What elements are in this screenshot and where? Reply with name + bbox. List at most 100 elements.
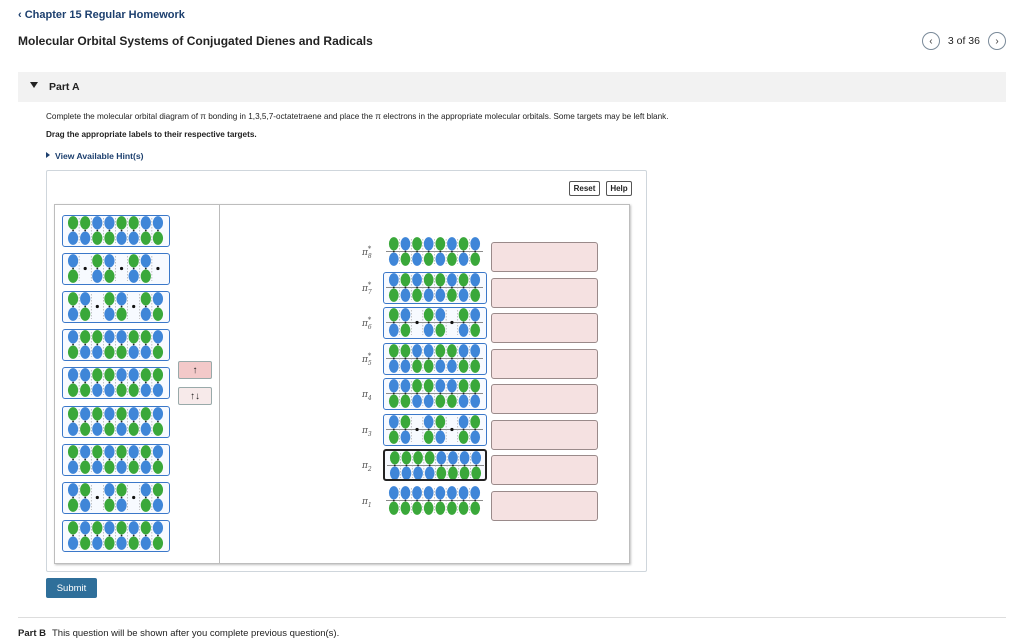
electron-target-pi6[interactable]	[491, 313, 598, 343]
part-b-label: Part B	[18, 628, 46, 639]
p-orbital-lobe	[104, 444, 115, 459]
orbital-graphic	[67, 406, 164, 436]
hint-link[interactable]: View Available Hint(s)	[46, 151, 144, 161]
p-orbital-lobe	[388, 288, 399, 302]
orbital-slot-pi1[interactable]	[383, 485, 487, 517]
p-orbital-lobe	[459, 466, 470, 479]
p-orbital-lobe	[388, 359, 399, 373]
p-orbital-lobe	[470, 414, 481, 428]
caret-down-icon	[30, 82, 38, 88]
p-orbital-lobe	[80, 498, 91, 512]
electron-target-pi2[interactable]	[491, 455, 598, 485]
orbital-slot-pi3[interactable]	[383, 413, 487, 446]
node-dot	[95, 495, 99, 499]
p-orbital-lobe	[67, 520, 79, 535]
p-orbital-lobe	[412, 288, 422, 302]
p-orbital-lobe	[92, 444, 103, 459]
p-orbital-lobe	[470, 323, 481, 337]
p-orbital-lobe	[400, 288, 411, 302]
electron-target-pi7[interactable]	[491, 277, 598, 308]
p-orbital-lobe	[388, 414, 399, 428]
p-orbital-lobe	[401, 451, 412, 465]
p-orbital-lobe	[470, 343, 481, 357]
chevron-left-icon[interactable]: ‹	[921, 32, 940, 50]
orbital-slot-pi8[interactable]	[383, 236, 487, 268]
p-orbital-lobe	[412, 501, 422, 515]
p-orbital-lobe	[389, 466, 400, 479]
p-orbital-lobe	[104, 345, 115, 360]
submit-button[interactable]: Submit	[46, 578, 97, 598]
p-orbital-lobe	[152, 444, 164, 459]
p-orbital-lobe	[67, 406, 79, 420]
chevron-right-icon[interactable]: ›	[988, 32, 1006, 50]
p-orbital-lobe	[80, 520, 91, 535]
orbital-tile-8[interactable]	[62, 481, 170, 514]
p-orbital-lobe	[104, 498, 115, 512]
mo-label-pi5: π5*	[362, 351, 372, 367]
p-orbital-lobe	[128, 368, 139, 382]
p-orbital-lobe	[470, 288, 481, 302]
electron-target-pi1[interactable]	[491, 490, 598, 521]
orbital-graphic	[67, 216, 164, 245]
p-orbital-lobe	[470, 430, 481, 444]
p-orbital-lobe	[152, 460, 164, 474]
p-orbital-lobe	[447, 485, 457, 499]
p-orbital-lobe	[423, 359, 434, 373]
orbital-slot-pi2[interactable]	[383, 449, 487, 481]
p-orbital-lobe	[140, 383, 151, 398]
orbital-slot-pi6[interactable]	[383, 307, 487, 339]
p-orbital-lobe	[435, 252, 446, 266]
orbital-slot-pi4[interactable]	[383, 378, 487, 410]
caret-right-icon	[46, 152, 50, 158]
p-orbital-lobe	[92, 368, 103, 382]
orbital-tile-5[interactable]	[62, 367, 170, 400]
p-orbital-lobe	[140, 406, 151, 420]
p-orbital-lobe	[140, 520, 151, 535]
p-orbital-lobe	[92, 231, 103, 245]
p-orbital-lobe	[400, 485, 411, 499]
p-orbital-lobe	[436, 451, 447, 465]
p-orbital-lobe	[67, 498, 79, 512]
electron-target-pi4[interactable]	[491, 384, 598, 414]
p-orbital-lobe	[128, 330, 139, 344]
orbital-tile-4[interactable]	[62, 329, 170, 362]
reset-button[interactable]: Reset	[569, 181, 600, 196]
p-orbital-lobe	[400, 501, 411, 515]
electron-pair-arrows[interactable]: ↑↓	[178, 387, 212, 405]
p-orbital-lobe	[67, 368, 79, 382]
orbital-tile-9[interactable]	[62, 519, 170, 552]
p-orbital-lobe	[152, 406, 164, 420]
p-orbital-lobe	[470, 308, 481, 322]
orbital-tile-2[interactable]	[62, 253, 170, 286]
orbital-tile-3[interactable]	[62, 291, 170, 324]
electron-target-pi8[interactable]	[491, 242, 598, 272]
part-a-header[interactable]: Part A	[18, 72, 1006, 102]
p-orbital-lobe	[116, 216, 127, 230]
orbital-tile-7[interactable]	[62, 443, 170, 476]
orbital-slot-pi5[interactable]	[383, 342, 487, 375]
node-dot	[156, 266, 160, 271]
orbital-slot-pi7[interactable]	[383, 271, 487, 304]
orbital-tile-6[interactable]	[62, 405, 170, 438]
p-orbital-lobe	[116, 498, 127, 512]
p-orbital-lobe	[92, 345, 103, 360]
p-orbital-lobe	[80, 482, 91, 497]
single-electron-arrow[interactable]: ↑	[178, 361, 212, 379]
electron-target-pi5[interactable]	[491, 348, 598, 379]
p-orbital-lobe	[470, 237, 481, 251]
p-orbital-lobe	[400, 343, 411, 357]
p-orbital-lobe	[80, 216, 91, 230]
p-orbital-lobe	[423, 501, 434, 515]
p-orbital-lobe	[128, 520, 139, 535]
help-button[interactable]: Help	[606, 181, 632, 196]
orbital-tile-1[interactable]	[62, 215, 170, 247]
p-orbital-lobe	[116, 422, 127, 436]
electron-target-pi3[interactable]	[491, 419, 598, 450]
p-orbital-lobe	[424, 466, 435, 479]
p-orbital-lobe	[423, 394, 434, 408]
orbital-graphic	[67, 330, 164, 360]
p-orbital-lobe	[92, 460, 103, 474]
back-link[interactable]: ‹ Chapter 15 Regular Homework	[18, 9, 185, 21]
p-orbital-lobe	[80, 383, 91, 398]
p-orbital-lobe	[140, 536, 151, 550]
